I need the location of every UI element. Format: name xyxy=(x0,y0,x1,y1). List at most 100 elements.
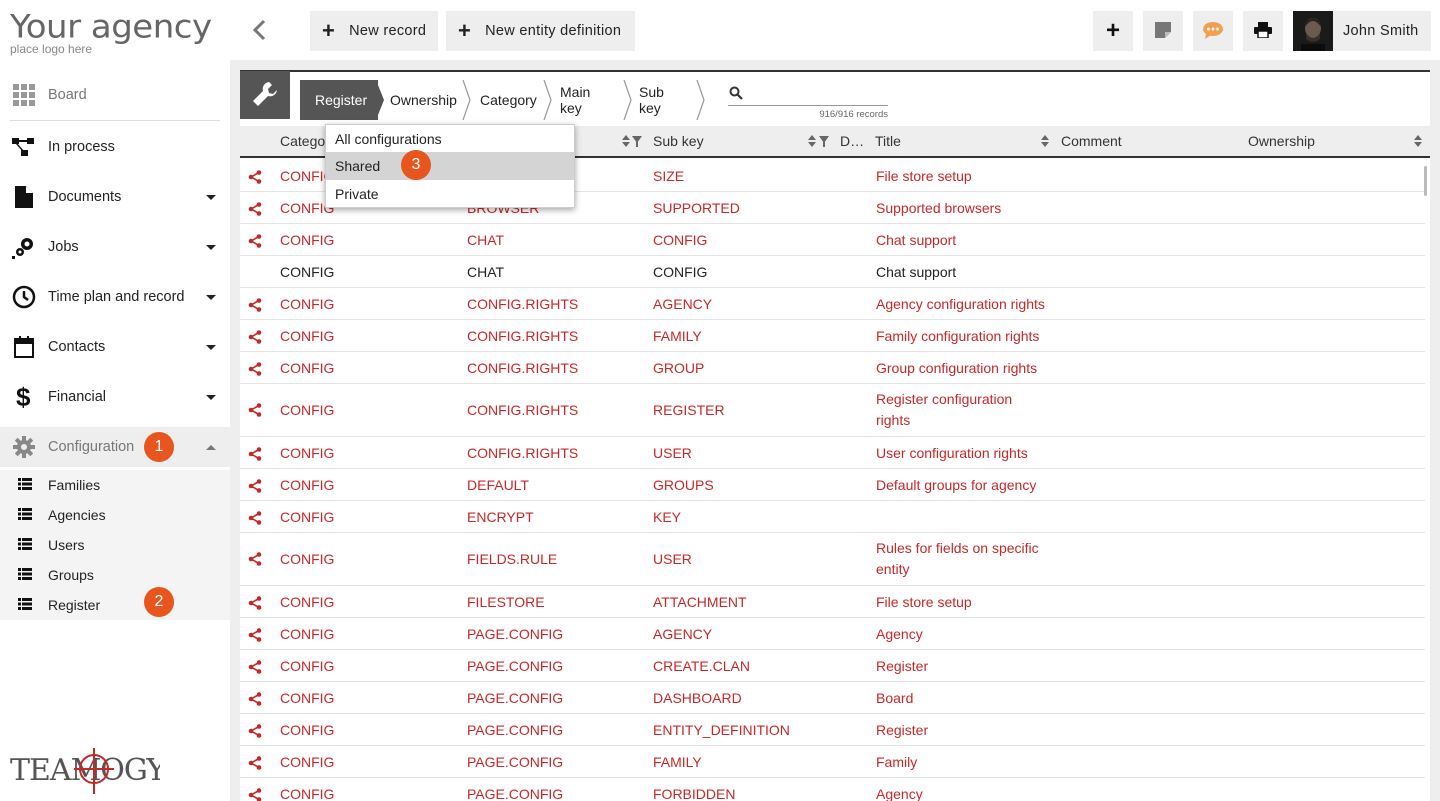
cell-category: CONFIG xyxy=(280,328,335,344)
share-icon[interactable] xyxy=(248,170,262,187)
sidebar-item-financial[interactable]: $ Financial xyxy=(0,377,230,417)
share-icon[interactable] xyxy=(248,202,262,219)
cell-sub-key: FAMILY xyxy=(653,328,702,344)
sidebar-item-configuration[interactable]: Configuration xyxy=(0,427,230,467)
search-icon xyxy=(729,86,743,103)
table-row[interactable]: CONFIG PAGE.CONFIG ENTITY_DEFINITION Regist… xyxy=(240,714,1425,746)
share-icon[interactable] xyxy=(248,511,262,528)
share-icon[interactable] xyxy=(248,756,262,773)
breadcrumb-main-key[interactable]: Main key xyxy=(560,80,590,120)
sidebar-subitem-agencies[interactable]: Agencies xyxy=(0,500,230,530)
cell-category: CONFIG xyxy=(280,658,335,674)
dropdown-item-shared[interactable]: Shared xyxy=(326,152,574,180)
new-entity-definition-button[interactable]: + New entity definition xyxy=(446,11,635,51)
table-row[interactable]: CONFIG DEFAULT GROUPS Default groups for ag… xyxy=(240,469,1425,501)
cell-sub-key: USER xyxy=(653,551,692,567)
breadcrumb-sub-key[interactable]: Sub key xyxy=(639,80,664,120)
search-input[interactable] xyxy=(728,84,888,106)
sort-icon[interactable] xyxy=(622,134,630,148)
table-row[interactable]: CONFIG PAGE.CONFIG FAMILY Family xyxy=(240,746,1425,778)
sort-icon[interactable] xyxy=(1414,134,1422,148)
chevron-down-icon xyxy=(206,394,216,400)
jobs-gears-icon xyxy=(12,235,36,259)
table-row[interactable]: CONFIG ENCRYPT KEY xyxy=(240,501,1425,533)
table-row[interactable]: CONFIG CONFIG.RIGHTS REGISTER Register conf… xyxy=(240,384,1425,437)
cell-sub-key: CONFIG xyxy=(653,232,708,248)
cell-category: CONFIG xyxy=(280,509,335,525)
sidebar-item-contacts[interactable]: Contacts xyxy=(0,327,230,367)
sidebar-item-board[interactable]: Board xyxy=(0,75,230,115)
cell-title-cont: entity xyxy=(876,561,910,577)
column-header-category[interactable]: Catego xyxy=(280,126,325,156)
cell-main-key: PAGE.CONFIG xyxy=(467,690,564,706)
table-row[interactable]: CONFIG PAGE.CONFIG FORBIDDEN Agency xyxy=(240,778,1425,801)
chat-button[interactable] xyxy=(1193,11,1233,51)
new-record-button[interactable]: + New record xyxy=(310,11,438,51)
share-icon[interactable] xyxy=(248,447,262,464)
share-icon[interactable] xyxy=(248,479,262,496)
share-icon[interactable] xyxy=(248,330,262,347)
table-row[interactable]: CONFIG CONFIG.RIGHTS USER User configuratio… xyxy=(240,437,1425,469)
workflow-icon xyxy=(12,135,36,159)
scrollbar[interactable] xyxy=(1424,166,1427,196)
breadcrumb-ownership[interactable]: Ownership xyxy=(390,80,457,120)
table-row[interactable]: CONFIG FILESTORE ATTACHMENT File store setu… xyxy=(240,586,1425,618)
sidebar-subitem-groups[interactable]: Groups xyxy=(0,560,230,590)
share-icon[interactable] xyxy=(248,362,262,379)
share-icon[interactable] xyxy=(248,552,262,569)
table-row[interactable]: CONFIG CONFIG.RIGHTS AGENCY Agency configur… xyxy=(240,288,1425,320)
cell-main-key: PAGE.CONFIG xyxy=(467,626,564,642)
agency-logo[interactable]: Your agency place logo here xyxy=(10,10,220,58)
dropdown-item-private[interactable]: Private xyxy=(326,180,574,208)
sidebar-subitem-users[interactable]: Users xyxy=(0,530,230,560)
cell-category: CONFIG xyxy=(280,594,335,610)
share-icon[interactable] xyxy=(248,596,262,613)
share-icon[interactable] xyxy=(248,628,262,645)
notes-button[interactable] xyxy=(1143,11,1183,51)
column-header-comment[interactable]: Comment xyxy=(1061,126,1122,156)
breadcrumb-label: Register xyxy=(315,92,368,108)
sort-icon[interactable] xyxy=(808,134,816,148)
table-row[interactable]: CONFIG CHAT CONFIG Chat support xyxy=(240,256,1425,288)
share-icon[interactable] xyxy=(248,788,262,801)
table-row[interactable]: CONFIG FIELDS.RULE USER Rules for fields on… xyxy=(240,533,1425,586)
user-menu[interactable]: John Smith xyxy=(1293,11,1431,51)
share-icon[interactable] xyxy=(248,234,262,251)
share-icon[interactable] xyxy=(248,660,262,677)
sidebar-subitem-register[interactable]: Register xyxy=(0,590,230,620)
document-icon xyxy=(12,185,36,209)
table-row[interactable]: CONFIG CONFIG.RIGHTS FAMILY Family configur… xyxy=(240,320,1425,352)
sidebar-item-time-plan[interactable]: Time plan and record xyxy=(0,277,230,317)
share-icon[interactable] xyxy=(248,403,262,420)
cell-title-cont: rights xyxy=(876,412,911,428)
column-header-ownership[interactable]: Ownership xyxy=(1248,126,1315,156)
table-row[interactable]: CONFIG PAGE.CONFIG AGENCY Agency xyxy=(240,618,1425,650)
table-row[interactable]: CONFIG PAGE.CONFIG DASHBOARD Board xyxy=(240,682,1425,714)
breadcrumb-separator-icon xyxy=(696,80,705,120)
sidebar-item-jobs[interactable]: Jobs xyxy=(0,227,230,267)
filter-icon[interactable] xyxy=(819,136,829,147)
sidebar-item-in-process[interactable]: In process xyxy=(0,127,230,167)
sort-icon[interactable] xyxy=(1041,134,1049,148)
column-header-d[interactable]: D… xyxy=(840,126,864,156)
share-icon[interactable] xyxy=(248,298,262,315)
table-row[interactable]: CONFIG CONFIG.RIGHTS GROUP Group configurat… xyxy=(240,352,1425,384)
column-header-title[interactable]: Title xyxy=(875,126,901,156)
filter-icon[interactable] xyxy=(632,136,642,147)
settings-wrench-button[interactable] xyxy=(240,71,290,119)
sidebar-item-documents[interactable]: Documents xyxy=(0,177,230,217)
breadcrumb-category[interactable]: Category xyxy=(480,80,537,120)
add-button[interactable]: + xyxy=(1093,11,1133,51)
print-button[interactable] xyxy=(1243,11,1283,51)
table-row[interactable]: CONFIG CHAT CONFIG Chat support xyxy=(240,224,1425,256)
cell-sub-key: CREATE.CLAN xyxy=(653,658,750,674)
breadcrumb-register[interactable]: Register xyxy=(300,80,384,120)
sidebar-subitem-families[interactable]: Families xyxy=(0,470,230,500)
share-icon[interactable] xyxy=(248,692,262,709)
share-icon[interactable] xyxy=(248,724,262,741)
table-body: CONFIGILESIZEFile store setupCONFIGBROWS… xyxy=(240,160,1430,801)
table-row[interactable]: CONFIG PAGE.CONFIG CREATE.CLAN Register xyxy=(240,650,1425,682)
column-header-sub-key[interactable]: Sub key xyxy=(653,126,704,156)
collapse-chevron-icon[interactable] xyxy=(252,19,266,44)
dropdown-item-all[interactable]: All configurations xyxy=(326,125,574,153)
